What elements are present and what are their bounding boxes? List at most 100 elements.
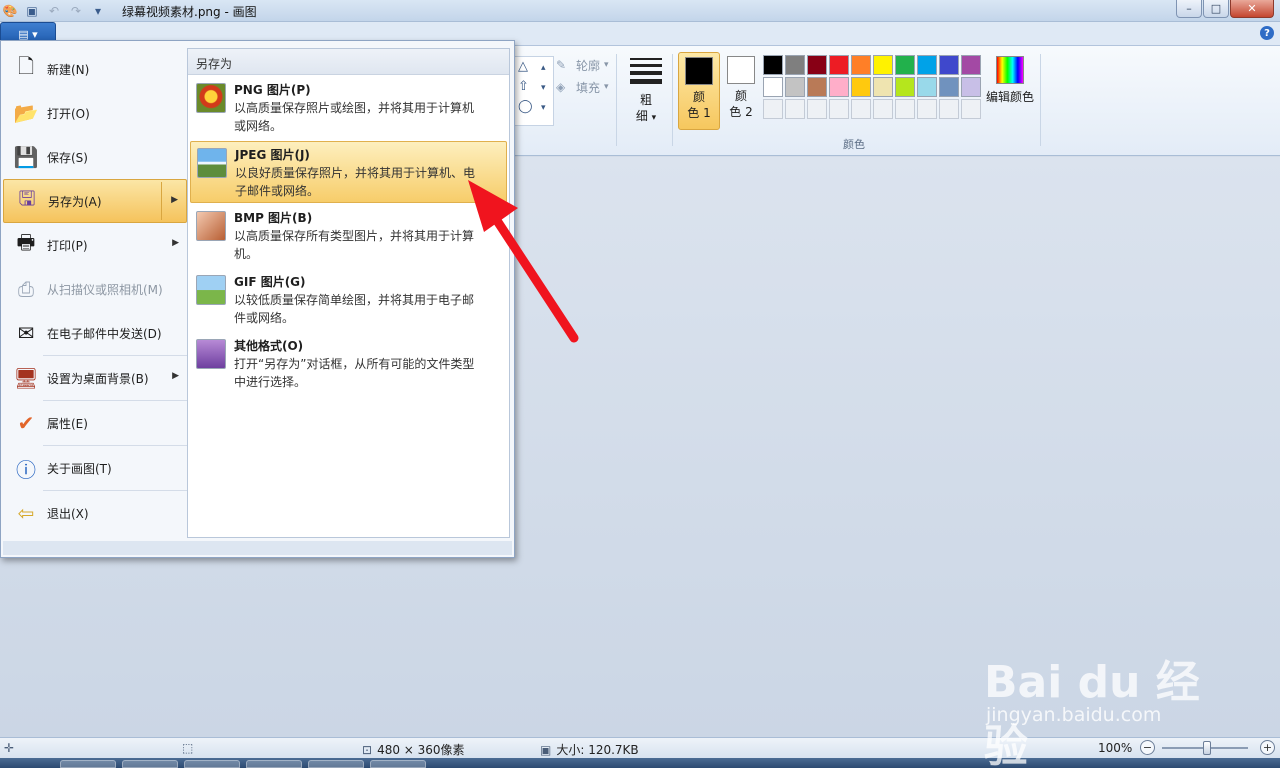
- customize-toolbar-icon[interactable]: ▾: [90, 3, 106, 19]
- custom-color-slot[interactable]: [785, 99, 805, 119]
- palette-color-swatch[interactable]: [961, 55, 981, 75]
- menu-item-new[interactable]: 🗋 新建(N): [3, 47, 187, 91]
- palette-color-swatch[interactable]: [873, 55, 893, 75]
- palette-color-swatch[interactable]: [939, 77, 959, 97]
- palette-color-swatch[interactable]: [785, 55, 805, 75]
- outline-dropdown[interactable]: ✎ 轮廓 ▾: [556, 54, 609, 76]
- menu-item-exit[interactable]: ⇦ 退出(X): [3, 491, 187, 535]
- taskbar-button[interactable]: [246, 760, 302, 768]
- edit-colors-button[interactable]: 编辑颜色: [984, 56, 1036, 105]
- outline-fill-group: ✎ 轮廓 ▾ ◈ 填充 ▾: [556, 54, 609, 98]
- window-controls: – □ ✕: [1176, 0, 1274, 18]
- zoom-slider-thumb[interactable]: [1203, 741, 1211, 755]
- outline-label: 轮廓: [576, 58, 601, 73]
- taskbar-button[interactable]: [122, 760, 178, 768]
- bmp-image-icon: [196, 211, 226, 241]
- title-bar: 🎨 ▣ ↶ ↷ ▾ 绿幕视频素材.png - 画图 – □ ✕: [0, 0, 1280, 22]
- png-image-icon: [196, 83, 226, 113]
- palette-color-swatch[interactable]: [763, 77, 783, 97]
- color1-button[interactable]: 颜色 1: [678, 52, 720, 130]
- fill-label: 填充: [576, 80, 601, 95]
- palette-color-swatch[interactable]: [807, 55, 827, 75]
- paint-app-icon[interactable]: 🎨: [2, 3, 18, 19]
- menu-item-properties[interactable]: ✔ 属性(E): [3, 401, 187, 445]
- fill-dropdown[interactable]: ◈ 填充 ▾: [556, 76, 609, 98]
- help-icon[interactable]: ?: [1260, 26, 1274, 40]
- undo-icon[interactable]: ↶: [46, 3, 62, 19]
- line-size-icon: [630, 58, 662, 84]
- arrow-up-shape-icon[interactable]: ⇧: [518, 79, 529, 94]
- info-icon: ⓘ: [16, 457, 36, 482]
- checkmark-icon: ✔: [17, 411, 35, 435]
- disk-icon: ▣: [540, 742, 552, 757]
- ribbon-separator: [1040, 54, 1041, 146]
- zoom-out-button[interactable]: −: [1140, 740, 1155, 755]
- ribbon-separator: [616, 54, 617, 146]
- save-icon[interactable]: ▣: [24, 3, 40, 19]
- minimize-button[interactable]: –: [1176, 0, 1202, 18]
- menu-footer: [3, 541, 512, 555]
- custom-color-slot[interactable]: [873, 99, 893, 119]
- menu-item-open[interactable]: 📂 打开(O): [3, 91, 187, 135]
- custom-color-slot[interactable]: [829, 99, 849, 119]
- palette-color-swatch[interactable]: [785, 77, 805, 97]
- save-as-png[interactable]: PNG 图片(P) 以高质量保存照片或绘图，并将其用于计算机或网络。: [190, 77, 507, 139]
- taskbar-button[interactable]: [370, 760, 426, 768]
- triangle-shape-icon[interactable]: △: [518, 59, 528, 74]
- scroll-up-icon[interactable]: ▴: [541, 63, 546, 73]
- menu-item-save[interactable]: 💾 保存(S): [3, 135, 187, 179]
- save-as-icon: 🖫: [18, 186, 36, 210]
- custom-color-slot[interactable]: [807, 99, 827, 119]
- exit-icon: ⇦: [17, 501, 35, 525]
- size-button[interactable]: 粗 细 ▾: [624, 54, 668, 126]
- menu-item-send-email[interactable]: ✉ 在电子邮件中发送(D): [3, 311, 187, 355]
- paint-app-menu: 🗋 新建(N) 📂 打开(O) 💾 保存(S) 🖫 另存为(A) ▶ 🖶 打印(…: [0, 40, 515, 558]
- taskbar-button[interactable]: [184, 760, 240, 768]
- scroll-down-icon[interactable]: ▾: [541, 83, 546, 93]
- custom-color-slot[interactable]: [851, 99, 871, 119]
- palette-color-swatch[interactable]: [829, 55, 849, 75]
- save-disk-icon: 💾: [13, 145, 39, 169]
- menu-item-set-desktop-background[interactable]: 🖥 设置为桌面背景(B) ▶: [3, 356, 187, 400]
- palette-color-swatch[interactable]: [895, 55, 915, 75]
- palette-color-swatch[interactable]: [851, 77, 871, 97]
- palette-color-swatch[interactable]: [851, 55, 871, 75]
- menu-item-about[interactable]: ⓘ 关于画图(T): [3, 446, 187, 490]
- file-size: ▣ 大小: 120.7KB: [540, 742, 639, 758]
- palette-color-swatch[interactable]: [917, 55, 937, 75]
- callout-shape-icon[interactable]: ◯: [518, 99, 533, 114]
- custom-color-slot[interactable]: [895, 99, 915, 119]
- zoom-in-button[interactable]: +: [1260, 740, 1275, 755]
- palette-color-swatch[interactable]: [807, 77, 827, 97]
- custom-color-slot[interactable]: [961, 99, 981, 119]
- menu-item-save-as[interactable]: 🖫 另存为(A) ▶: [3, 179, 187, 223]
- taskbar-button[interactable]: [308, 760, 364, 768]
- submenu-header: 另存为: [188, 49, 509, 75]
- canvas-size-icon: ⊡: [362, 742, 373, 757]
- palette-color-swatch[interactable]: [895, 77, 915, 97]
- email-icon: ✉: [17, 321, 35, 345]
- taskbar-button[interactable]: [60, 760, 116, 768]
- color2-swatch: [727, 56, 755, 84]
- custom-color-slot[interactable]: [917, 99, 937, 119]
- palette-color-swatch[interactable]: [763, 55, 783, 75]
- ribbon-separator: [672, 54, 673, 146]
- menu-item-print[interactable]: 🖶 打印(P) ▶: [3, 223, 187, 267]
- maximize-button[interactable]: □: [1203, 0, 1229, 18]
- close-button[interactable]: ✕: [1230, 0, 1274, 18]
- size-label: 粗 细 ▾: [635, 93, 657, 123]
- color2-button[interactable]: 颜色 2: [720, 52, 762, 130]
- palette-color-swatch[interactable]: [939, 55, 959, 75]
- custom-color-slot[interactable]: [763, 99, 783, 119]
- custom-color-slot[interactable]: [939, 99, 959, 119]
- outline-brush-icon: ✎: [556, 58, 567, 72]
- palette-color-swatch[interactable]: [873, 77, 893, 97]
- expand-gallery-icon[interactable]: ▾: [541, 103, 546, 113]
- palette-color-swatch[interactable]: [917, 77, 937, 97]
- submenu-arrow-icon[interactable]: ▶: [171, 195, 178, 205]
- redo-icon[interactable]: ↷: [68, 3, 84, 19]
- palette-color-swatch[interactable]: [829, 77, 849, 97]
- palette-color-swatch[interactable]: [961, 77, 981, 97]
- color-palette: [763, 55, 981, 119]
- shapes-gallery[interactable]: △ ⇧ ◯ ▴ ▾ ▾: [514, 56, 554, 126]
